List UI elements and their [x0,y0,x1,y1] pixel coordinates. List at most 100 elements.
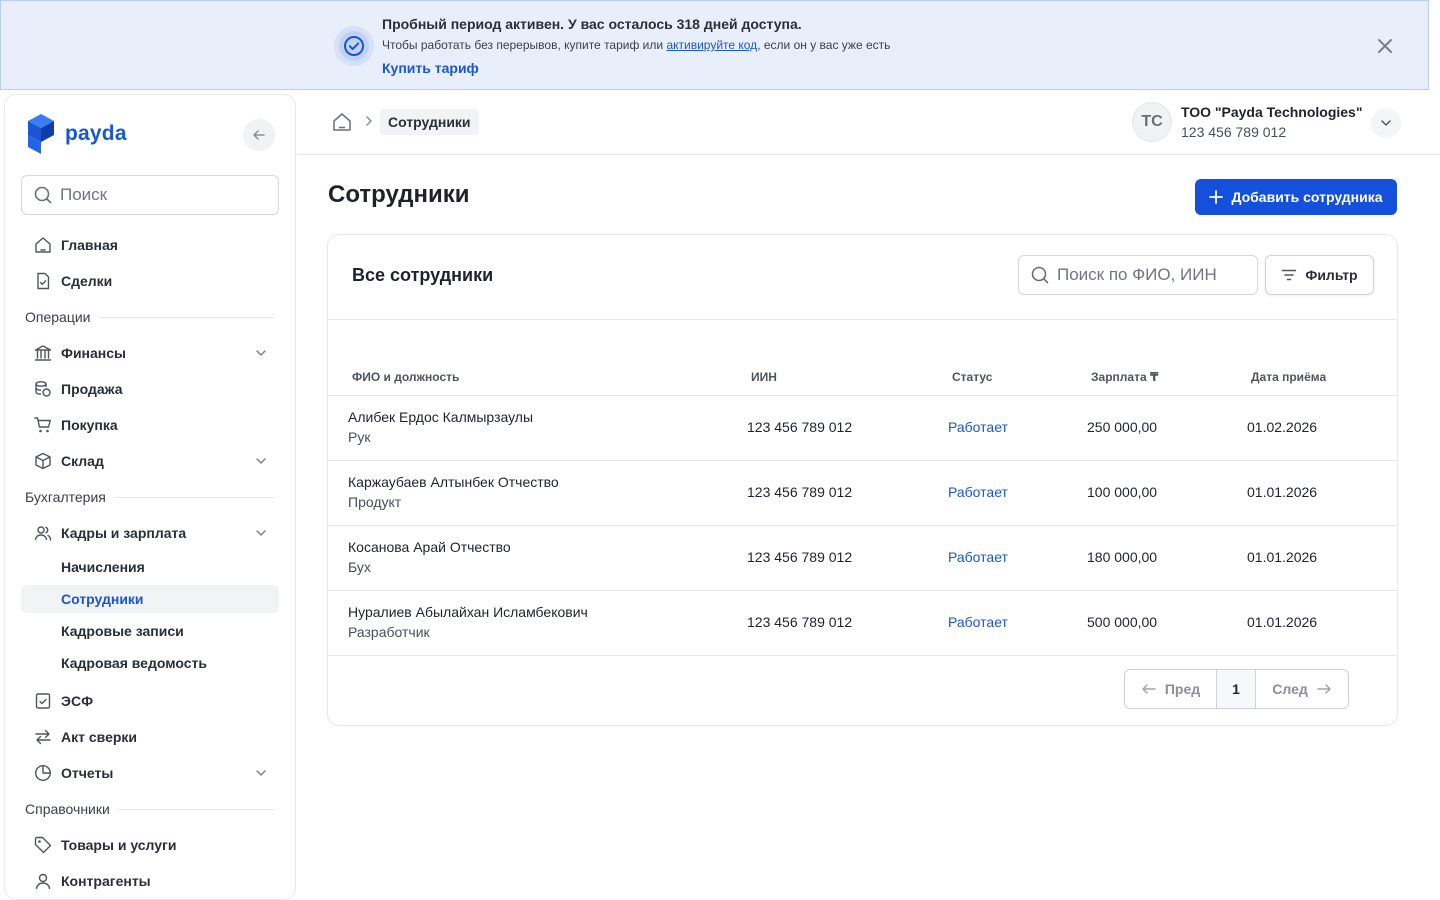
sidebar-item-esf[interactable]: ЭСФ [21,687,279,715]
logo[interactable]: payda [25,113,127,155]
sidebar-item-hr[interactable]: Кадры и зарплата [21,519,279,547]
sidebar-item-employees[interactable]: Сотрудники [21,585,279,613]
sidebar-item-finance[interactable]: Финансы [21,339,279,367]
sidebar-item-label: Начисления [61,559,145,575]
arrows-exchange-icon [33,727,53,747]
column-header-date[interactable]: Дата приёма [1251,370,1326,384]
arrow-left-icon [1142,684,1156,694]
org-switcher-button[interactable] [1371,108,1401,138]
add-employee-button[interactable]: Добавить сотрудника [1195,179,1397,215]
section-divider [117,808,275,810]
filter-label: Фильтр [1305,267,1358,283]
page-number-button[interactable]: 1 [1217,670,1256,708]
table-row[interactable]: Алибек Ердос Калмырзаулы Рук 123 456 789… [328,395,1397,460]
sidebar-item-accruals[interactable]: Начисления [21,553,279,581]
employee-iin: 123 456 789 012 [747,549,853,565]
employee-hire-date: 01.02.2026 [1247,419,1318,435]
sidebar-search[interactable] [21,175,279,215]
avatar[interactable]: ТС [1132,102,1172,142]
arrow-right-icon [1317,684,1331,694]
sidebar-item-hr-statement[interactable]: Кадровая ведомость [21,649,279,677]
chevron-down-icon [256,458,266,465]
sidebar-item-reconciliation[interactable]: Акт сверки [21,723,279,751]
search-icon [34,186,52,204]
column-header-salary[interactable]: Зарплата ₸ [1091,370,1158,384]
employee-salary: 180 000,00 [1087,549,1158,565]
sidebar-item-purchase[interactable]: Покупка [21,411,279,439]
sidebar-item-label: Сделки [61,273,113,289]
sidebar-item-label: Кадры и зарплата [61,525,187,541]
column-header-status[interactable]: Статус [952,370,992,384]
buy-plan-link[interactable]: Купить тариф [382,60,479,76]
sidebar-item-label: Финансы [61,345,126,361]
employee-status: Работает [948,614,1008,630]
employee-status: Работает [948,484,1008,500]
card-divider [328,319,1397,320]
section-divider [113,496,275,498]
filter-button[interactable]: Фильтр [1265,255,1374,295]
home-icon[interactable] [331,111,353,133]
sidebar-item-sales[interactable]: Продажа [21,375,279,403]
employee-search-input[interactable] [1057,265,1247,285]
employee-position: Разработчик [348,624,430,640]
sidebar-item-warehouse[interactable]: Склад [21,447,279,475]
sidebar-item-home[interactable]: Главная [21,231,279,259]
tag-icon [33,835,53,855]
trial-banner: Пробный период активен. У вас осталось 3… [0,0,1429,90]
sidebar-item-label: Склад [61,453,104,469]
employee-name: Алибек Ердос Калмырзаулы [348,409,534,425]
org-id: 123 456 789 012 [1181,124,1287,140]
sidebar-item-counterparties[interactable]: Контрагенты [21,867,279,895]
activate-code-link[interactable]: активируйте код [666,38,757,52]
section-accounting: Бухгалтерия [25,487,275,507]
next-page-button[interactable]: След [1256,670,1348,708]
prev-page-button[interactable]: Пред [1125,670,1217,708]
table-row[interactable]: Каржаубаев Алтынбек Отчество Продукт 123… [328,460,1397,525]
page-title: Сотрудники [328,181,470,208]
section-operations: Операции [25,307,275,327]
employees-card: Все сотрудники Фильтр ФИО и должность ИИ… [327,234,1398,726]
employee-iin: 123 456 789 012 [747,419,853,435]
employee-position: Продукт [348,494,402,510]
chevron-down-icon [256,530,266,537]
table-row[interactable]: Нуралиев Абылайхан Исламбекович Разработ… [328,590,1397,655]
employee-status: Работает [948,419,1008,435]
pagination: Пред 1 След [1124,669,1349,709]
card-title: Все сотрудники [352,265,494,285]
cart-icon [33,415,53,435]
section-label: Операции [25,309,91,325]
column-header-iin[interactable]: ИИН [751,370,777,384]
employee-position: Рук [348,429,371,445]
employee-position: Бух [348,559,371,575]
next-page-label: След [1272,681,1308,697]
box-icon [33,451,53,471]
logo-text: payda [65,122,127,145]
banner-text: Чтобы работать без перерывов, купите тар… [382,38,890,52]
employee-name: Косанова Арай Отчество [348,539,511,555]
sidebar-item-label: Отчеты [61,765,114,781]
collapse-sidebar-button[interactable] [243,119,275,151]
employee-search[interactable] [1018,255,1258,295]
prev-page-label: Пред [1164,681,1201,697]
section-label: Справочники [25,801,110,817]
close-banner-button[interactable] [1375,36,1395,56]
table-row[interactable]: Косанова Арай Отчество Бух 123 456 789 0… [328,525,1397,590]
sidebar-item-reports[interactable]: Отчеты [21,759,279,787]
sidebar-item-goods[interactable]: Товары и услуги [21,831,279,859]
sidebar-item-label: Покупка [61,417,118,433]
banner-title: Пробный период активен. У вас осталось 3… [382,16,802,32]
sidebar-item-label: Товары и услуги [61,837,177,853]
sidebar-item-label: Акт сверки [61,729,138,745]
sidebar-search-input[interactable] [60,185,260,205]
chevron-down-icon [256,770,266,777]
employee-name: Каржаубаев Алтынбек Отчество [348,474,559,490]
bank-icon [33,343,53,363]
users-icon [33,523,53,543]
chevron-down-icon [1381,120,1391,127]
sidebar-item-hr-records[interactable]: Кадровые записи [21,617,279,645]
user-icon [33,871,53,891]
column-header-name[interactable]: ФИО и должность [352,370,459,384]
section-references: Справочники [25,799,275,819]
close-icon [1378,39,1392,53]
sidebar-item-deals[interactable]: Сделки [21,267,279,295]
